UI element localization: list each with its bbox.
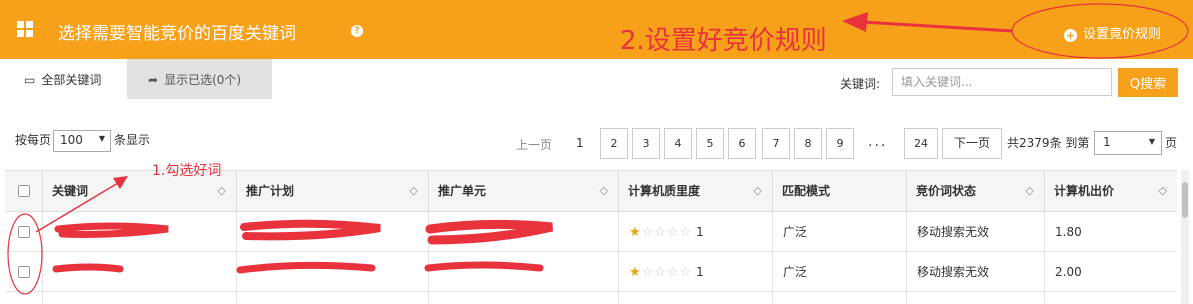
annotation-circle-settings — [1011, 3, 1189, 59]
annotation-overlay — [7, 3, 1189, 295]
redaction-scribbles — [52, 219, 554, 274]
annotation-step1: 1.勾选好词 — [152, 163, 222, 179]
annotation-circles — [7, 3, 1189, 295]
arrowhead-checkbox — [113, 176, 128, 189]
arrow-to-settings — [861, 20, 1013, 33]
arrowhead-settings — [842, 12, 868, 32]
annotation-arrows — [35, 12, 1013, 233]
annotation-circle-checkboxes — [7, 213, 43, 295]
